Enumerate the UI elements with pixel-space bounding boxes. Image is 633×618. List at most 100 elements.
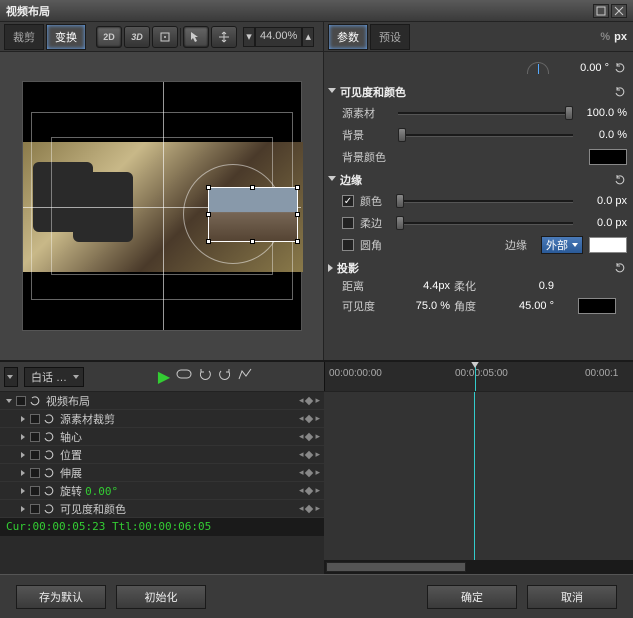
value-soft[interactable]: 0.0 px <box>579 217 627 229</box>
handle-bm[interactable] <box>250 239 255 244</box>
tab-transform[interactable]: 变换 <box>46 24 86 50</box>
reset-shadow-button[interactable] <box>613 261 627 275</box>
section-toggle-shadow[interactable] <box>328 264 333 272</box>
maximize-button[interactable] <box>593 4 609 18</box>
keyframe-diamond-icon[interactable] <box>305 432 313 440</box>
expand-icon[interactable] <box>6 399 12 403</box>
preview-area[interactable] <box>0 52 323 360</box>
value-source[interactable]: 100.0 % <box>579 107 627 119</box>
handle-tl[interactable] <box>206 185 211 190</box>
angle-value[interactable]: 0.00 ° <box>561 62 609 74</box>
unit-toggle[interactable]: % px <box>600 31 633 43</box>
zoom-down-button[interactable]: ▾ <box>243 27 255 47</box>
reset-track-button[interactable] <box>42 466 56 480</box>
undo-button[interactable] <box>198 367 212 387</box>
value-softness[interactable]: 0.9 <box>498 280 554 292</box>
playhead-line[interactable] <box>474 392 475 574</box>
track-row-position[interactable]: 位置 ◂▸ <box>0 446 324 464</box>
keyframe-toggle[interactable] <box>30 468 40 478</box>
swatch-edge-color[interactable] <box>589 237 627 253</box>
keyframe-toggle[interactable] <box>16 396 26 406</box>
initialize-button[interactable]: 初始化 <box>116 585 206 609</box>
handle-tm[interactable] <box>250 185 255 190</box>
track-menu-button[interactable] <box>4 367 18 387</box>
track-row-rotation[interactable]: 旋转 0.00° ◂▸ <box>0 482 324 500</box>
timeline-tracks-area[interactable] <box>324 392 633 574</box>
reset-track-button[interactable] <box>42 430 56 444</box>
keyframe-diamond-icon[interactable] <box>305 396 313 404</box>
expand-icon[interactable] <box>21 470 25 476</box>
tool-crop-icon[interactable] <box>152 26 178 48</box>
play-button[interactable]: ▶ <box>158 367 170 387</box>
preview-canvas[interactable] <box>22 81 302 331</box>
tab-parameters[interactable]: 参数 <box>328 24 368 50</box>
keyframe-toggle[interactable] <box>30 432 40 442</box>
ok-button[interactable]: 确定 <box>427 585 517 609</box>
slider-color[interactable] <box>396 194 573 208</box>
reset-angle-button[interactable] <box>613 61 627 75</box>
handle-tr[interactable] <box>295 185 300 190</box>
handle-ml[interactable] <box>206 212 211 217</box>
keyframe-toggle[interactable] <box>30 486 40 496</box>
loop-button[interactable] <box>176 367 192 387</box>
unit-percent[interactable]: % <box>600 31 610 43</box>
expand-icon[interactable] <box>21 488 25 494</box>
track-row-axis[interactable]: 轴心 ◂▸ <box>0 428 324 446</box>
horizontal-scrollbar[interactable] <box>326 562 466 572</box>
graph-button[interactable] <box>238 367 252 387</box>
tool-arrow-icon[interactable] <box>183 26 209 48</box>
swatch-bgcolor[interactable] <box>589 149 627 165</box>
checkbox-color[interactable] <box>342 195 354 207</box>
expand-icon[interactable] <box>21 434 25 440</box>
save-default-button[interactable]: 存为默认 <box>16 585 106 609</box>
slider-soft[interactable] <box>396 216 573 230</box>
redo-button[interactable] <box>218 367 232 387</box>
reset-track-button[interactable] <box>42 484 56 498</box>
handle-br[interactable] <box>295 239 300 244</box>
reset-track-button[interactable] <box>42 448 56 462</box>
mode-2d-button[interactable]: 2D <box>96 26 122 48</box>
checkbox-round[interactable] <box>342 239 354 251</box>
zoom-value[interactable]: 44.00% <box>255 27 302 47</box>
combo-edgepos[interactable]: 外部 <box>541 236 583 254</box>
slider-background[interactable] <box>398 128 573 142</box>
track-row-scale[interactable]: 伸展 ◂▸ <box>0 464 324 482</box>
keyframe-diamond-icon[interactable] <box>305 414 313 422</box>
track-row-src-crop[interactable]: 源素材裁剪 ◂▸ <box>0 410 324 428</box>
reset-edge-button[interactable] <box>613 173 627 187</box>
expand-icon[interactable] <box>21 452 25 458</box>
reset-track-button[interactable] <box>28 394 42 408</box>
reset-track-button[interactable] <box>42 412 56 426</box>
keyframe-diamond-icon[interactable] <box>305 450 313 458</box>
zoom-up-button[interactable]: ▴ <box>302 27 314 47</box>
tool-pan-icon[interactable] <box>211 26 237 48</box>
keyframe-diamond-icon[interactable] <box>305 504 313 512</box>
unit-pixel[interactable]: px <box>614 31 627 43</box>
pip-clip[interactable] <box>208 187 298 242</box>
section-toggle-edge[interactable] <box>328 176 336 185</box>
track-row-root[interactable]: 视频布局 ◂▸ <box>0 392 324 410</box>
slider-source[interactable] <box>398 106 573 120</box>
keyframe-toggle[interactable] <box>30 450 40 460</box>
keyframe-toggle[interactable] <box>30 414 40 424</box>
checkbox-soft[interactable] <box>342 217 354 229</box>
keyframe-diamond-icon[interactable] <box>305 486 313 494</box>
rotation-value[interactable]: 0.00° <box>85 485 118 498</box>
cancel-button[interactable]: 取消 <box>527 585 617 609</box>
value-background[interactable]: 0.0 % <box>579 129 627 141</box>
tab-presets[interactable]: 预设 <box>370 24 410 50</box>
value-color[interactable]: 0.0 px <box>579 195 627 207</box>
handle-bl[interactable] <box>206 239 211 244</box>
playhead[interactable] <box>475 362 476 391</box>
section-toggle-visibility[interactable] <box>328 88 336 97</box>
track-row-viscolor[interactable]: 可见度和颜色 ◂▸ <box>0 500 324 518</box>
reset-track-button[interactable] <box>42 502 56 516</box>
timeline-ruler[interactable]: 00:00:00:00 00:00:05:00 00:00:1 <box>324 362 633 391</box>
swatch-shadow-color[interactable] <box>578 298 616 314</box>
tab-crop[interactable]: 裁剪 <box>4 24 44 50</box>
value-distance[interactable]: 4.4px <box>394 280 450 292</box>
handle-mr[interactable] <box>295 212 300 217</box>
expand-icon[interactable] <box>21 416 25 422</box>
angle-dial[interactable] <box>527 62 549 74</box>
value-shadow-angle[interactable]: 45.00 ° <box>498 300 554 312</box>
